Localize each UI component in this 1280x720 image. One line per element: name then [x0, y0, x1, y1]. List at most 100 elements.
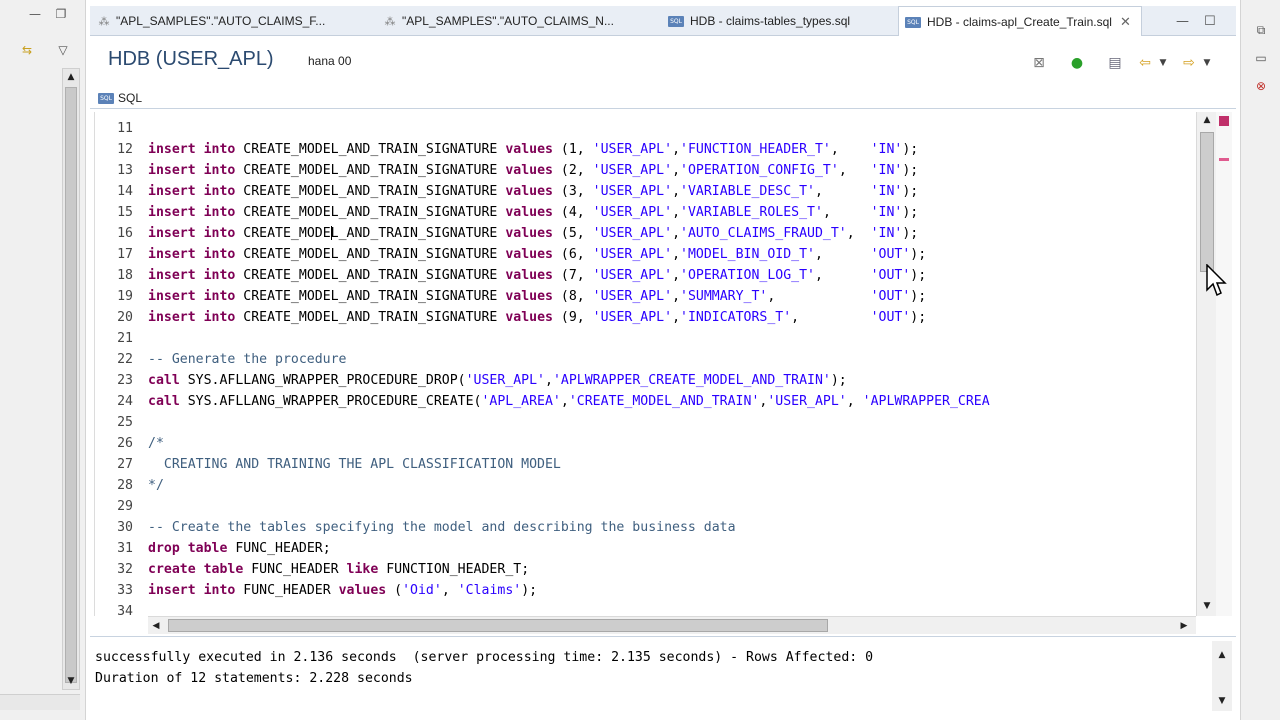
- scroll-up-arrow-icon[interactable]: ▲: [63, 69, 79, 85]
- console-line: successfully executed in 2.136 seconds (…: [95, 650, 874, 665]
- code-line[interactable]: 17 insert into CREATE_MODEL_AND_TRAIN_SIG…: [95, 244, 1196, 265]
- sql-file-icon: SQL: [905, 17, 921, 29]
- scroll-down-arrow-icon[interactable]: ▼: [1214, 693, 1230, 709]
- left-panel-scrollbar[interactable]: ▲ ▼: [62, 68, 80, 690]
- scroll-down-arrow-icon[interactable]: ▼: [1199, 598, 1215, 614]
- code-line[interactable]: 21: [95, 328, 1196, 349]
- execute-icon[interactable]: ●: [1068, 54, 1086, 72]
- scroll-left-arrow-icon[interactable]: ◀: [150, 618, 162, 634]
- line-number: 11: [117, 121, 133, 136]
- scroll-up-arrow-icon[interactable]: ▲: [1199, 112, 1215, 128]
- code-line[interactable]: 14 insert into CREATE_MODEL_AND_TRAIN_SIG…: [95, 181, 1196, 202]
- left-panel-hscrollbar[interactable]: [0, 694, 80, 710]
- tab-auto-claims-new[interactable]: ⁂ "APL_SAMPLES"."AUTO_CLAIMS_N...: [382, 6, 614, 36]
- sql-token: (3,: [552, 184, 593, 199]
- sql-string: 'FUNCTION_HEADER_T': [680, 142, 831, 157]
- chevron-down-icon[interactable]: ▼: [1154, 54, 1172, 72]
- error-log-icon[interactable]: ⊗: [1253, 78, 1269, 94]
- chevron-down-icon[interactable]: ▼: [1198, 54, 1216, 72]
- code-line[interactable]: 33 insert into FUNC_HEADER values ('Oid',…: [95, 580, 1196, 601]
- sql-string: 'USER_APL': [767, 394, 847, 409]
- code-line[interactable]: 23 call SYS.AFLLANG_WRAPPER_PROCEDURE_DRO…: [95, 370, 1196, 391]
- close-icon[interactable]: ✕: [1120, 8, 1131, 38]
- sql-comment: CREATING AND TRAINING THE APL CLASSIFICA…: [148, 457, 561, 472]
- sql-keyword: into: [203, 226, 236, 241]
- link-sync-icon[interactable]: ⇆: [20, 44, 34, 56]
- line-number: 16: [117, 226, 133, 241]
- scroll-up-arrow-icon[interactable]: ▲: [1214, 647, 1230, 663]
- minimize-icon[interactable]: —: [28, 8, 42, 20]
- code-line[interactable]: 25: [95, 412, 1196, 433]
- code-line[interactable]: 31 drop table FUNC_HEADER;: [95, 538, 1196, 559]
- line-number: 31: [117, 541, 133, 556]
- code-line[interactable]: 29: [95, 496, 1196, 517]
- code-line[interactable]: 16 insert into CREATE_MODEL_AND_TRAIN_SIG…: [95, 223, 1196, 244]
- minimize-icon[interactable]: —: [1176, 14, 1189, 29]
- console-scrollbar[interactable]: ▲ ▼: [1212, 641, 1232, 711]
- code-line[interactable]: 12 insert into CREATE_MODEL_AND_TRAIN_SIG…: [95, 139, 1196, 160]
- back-icon[interactable]: ⇦: [1136, 54, 1154, 72]
- sql-string: 'OPERATION_CONFIG_T': [680, 163, 839, 178]
- sql-keyword: into: [203, 583, 236, 598]
- sql-token: SYS.AFLLANG_WRAPPER_PROCEDURE_DROP(: [179, 373, 466, 388]
- sql-tab-label: SQL: [118, 91, 143, 105]
- code-line[interactable]: 20 insert into CREATE_MODEL_AND_TRAIN_SIG…: [95, 307, 1196, 328]
- code-line[interactable]: 18 insert into CREATE_MODEL_AND_TRAIN_SIG…: [95, 265, 1196, 286]
- code-line[interactable]: 19 insert into CREATE_MODEL_AND_TRAIN_SIG…: [95, 286, 1196, 307]
- code-line[interactable]: 11: [95, 118, 1196, 139]
- restore-icon[interactable]: ⧉: [1253, 22, 1269, 38]
- overview-ruler[interactable]: [1216, 112, 1232, 616]
- tab-auto-claims-fraud[interactable]: ⁂ "APL_SAMPLES"."AUTO_CLAIMS_F...: [96, 6, 326, 36]
- line-number: 18: [117, 268, 133, 283]
- editor-horizontal-scrollbar[interactable]: ◀ ▶: [148, 616, 1196, 634]
- tab-sql[interactable]: SQL SQL: [98, 88, 142, 108]
- code-line[interactable]: 15 insert into CREATE_MODEL_AND_TRAIN_SIG…: [95, 202, 1196, 223]
- editor-vertical-scrollbar[interactable]: ▲ ▼: [1196, 112, 1216, 616]
- sql-editor[interactable]: 11 12 insert into CREATE_MODEL_AND_TRAIN_S…: [94, 112, 1196, 616]
- tab-claims-apl-create-train[interactable]: SQL HDB - claims-apl_Create_Train.sql ✕: [898, 6, 1142, 37]
- sql-keyword: values: [505, 247, 553, 262]
- code-text: drop table FUNC_HEADER;: [139, 538, 331, 559]
- scroll-down-arrow-icon[interactable]: ▼: [63, 673, 79, 689]
- sql-token: );: [521, 583, 538, 598]
- maximize-icon[interactable]: ☐: [1204, 14, 1216, 29]
- sql-keyword: insert: [148, 310, 196, 325]
- code-line[interactable]: 22 -- Generate the procedure: [95, 349, 1196, 370]
- sql-keyword: values: [338, 583, 387, 598]
- tab-claims-tables-types[interactable]: SQL HDB - claims-tables_types.sql: [668, 6, 850, 36]
- code-line[interactable]: 27 CREATING AND TRAINING THE APL CLASSIF…: [95, 454, 1196, 475]
- code-line[interactable]: 26 /*: [95, 433, 1196, 454]
- sql-token: CREATE_MODEL_AND_TRAIN_SIGNATURE: [235, 184, 506, 199]
- scroll-right-arrow-icon[interactable]: ▶: [1178, 618, 1190, 634]
- view-icon[interactable]: ▭: [1253, 50, 1269, 66]
- code-line[interactable]: 13 insert into CREATE_MODEL_AND_TRAIN_SIG…: [95, 160, 1196, 181]
- sql-string: 'USER_APL': [592, 226, 673, 241]
- sql-keyword: into: [203, 289, 236, 304]
- scrollbar-thumb[interactable]: [168, 619, 828, 632]
- occurrence-marker[interactable]: [1219, 158, 1229, 161]
- error-marker[interactable]: [1219, 116, 1229, 126]
- sql-token: ,: [822, 205, 871, 220]
- maximize-icon[interactable]: ❐: [54, 8, 68, 20]
- sql-keyword: into: [203, 268, 236, 283]
- forward-icon[interactable]: ⇨: [1180, 54, 1198, 72]
- sql-token: FUNC_HEADER;: [227, 541, 331, 556]
- scrollbar-thumb[interactable]: [65, 87, 77, 683]
- sql-keyword: create: [148, 562, 196, 577]
- code-line[interactable]: 34: [95, 601, 1196, 616]
- code-line[interactable]: 30 -- Create the tables specifying the mo…: [95, 517, 1196, 538]
- chevron-down-icon[interactable]: ▽: [56, 44, 70, 56]
- code-line[interactable]: 24 call SYS.AFLLANG_WRAPPER_PROCEDURE_CRE…: [95, 391, 1196, 412]
- left-panel: — ❐ ⇆ ▽ ▲ ▼: [0, 0, 86, 720]
- explain-icon[interactable]: ▤: [1106, 54, 1124, 72]
- console-output: successfully executed in 2.136 seconds (…: [95, 647, 873, 689]
- sql-token: L_AND_TRAIN_SIGNATURE: [330, 226, 506, 241]
- line-number: 26: [117, 436, 133, 451]
- scrollbar-thumb[interactable]: [1200, 132, 1214, 272]
- code-line[interactable]: 32 create table FUNC_HEADER like FUNCTION…: [95, 559, 1196, 580]
- stop-icon[interactable]: ⊠: [1030, 54, 1048, 72]
- code-line[interactable]: 28 */: [95, 475, 1196, 496]
- line-number: 23: [117, 373, 133, 388]
